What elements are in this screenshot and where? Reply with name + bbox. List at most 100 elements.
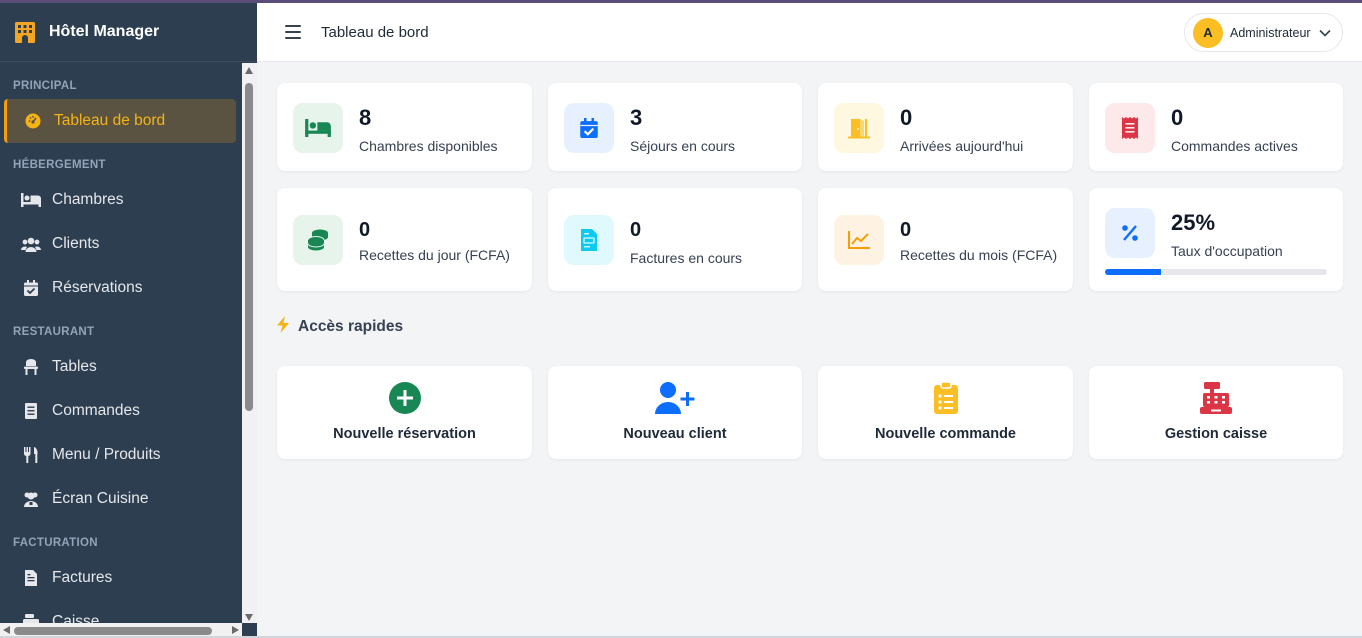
sidebar-item-menu-produits[interactable]: Menu / Produits <box>0 433 242 477</box>
scroll-down-arrow-icon[interactable] <box>245 614 253 621</box>
quick-access-title: Accès rapides <box>276 316 403 338</box>
stat-label: Chambres disponibles <box>359 138 498 154</box>
section-label-restaurant: RESTAURANT <box>13 326 95 338</box>
quick-new-reservation-button[interactable]: Nouvelle réservation <box>277 366 532 459</box>
stat-value: 0 <box>1171 105 1184 130</box>
stat-label: Recettes du mois (FCFA) <box>900 247 1058 263</box>
sidebar-item-ecran-cuisine[interactable]: Écran Cuisine <box>0 477 242 521</box>
stat-label: Recettes du jour (FCFA) <box>359 247 510 263</box>
stat-value: 3 <box>630 105 643 130</box>
receipt-icon <box>1105 103 1155 153</box>
sidebar-nav: PRINCIPAL Tableau de bord HÉBERGEMENT Ch… <box>0 63 242 623</box>
sidebar-item-label: Tables <box>52 358 97 375</box>
calendar-check-icon <box>564 103 614 153</box>
section-label-facturation: FACTURATION <box>13 537 98 549</box>
quick-new-order-button[interactable]: Nouvelle commande <box>818 366 1073 459</box>
stat-value: 25% <box>1171 210 1216 235</box>
bed-icon <box>20 191 42 209</box>
stat-label: Séjours en cours <box>630 138 736 154</box>
clipboard-list-icon <box>933 381 958 415</box>
stat-card-taux-occupation: 25% Taux d'occupation <box>1089 188 1343 291</box>
plus-circle-icon <box>388 381 421 415</box>
sidebar-item-label: Réservations <box>52 279 143 296</box>
chevron-down-icon <box>1319 24 1331 42</box>
percent-icon <box>1105 208 1155 258</box>
stat-card-sejours-en-cours: 3 Séjours en cours <box>548 83 802 171</box>
calendar-check-icon <box>20 279 42 297</box>
user-menu-button[interactable]: A Administrateur <box>1184 13 1343 52</box>
occupancy-progress-bar <box>1105 269 1327 275</box>
section-label-hebergement: HÉBERGEMENT <box>13 159 106 171</box>
user-name: Administrateur <box>1230 25 1311 40</box>
stat-label: Arrivées aujourd'hui <box>900 138 1024 154</box>
receipt-icon <box>20 402 42 420</box>
app-title: Hôtel Manager <box>49 23 160 40</box>
sidebar-item-label: Caisse <box>52 613 100 623</box>
chair-icon <box>20 358 42 376</box>
scroll-right-arrow-icon[interactable] <box>232 626 239 634</box>
sidebar-item-chambres[interactable]: Chambres <box>0 178 242 222</box>
quick-cash-management-button[interactable]: Gestion caisse <box>1089 366 1343 459</box>
stat-label: Commandes actives <box>1171 138 1298 154</box>
sidebar-item-label: Menu / Produits <box>52 446 161 463</box>
scrollbar-thumb[interactable] <box>245 83 253 411</box>
brand[interactable]: Hôtel Manager <box>0 3 257 62</box>
menu-toggle-icon[interactable] <box>285 25 301 39</box>
stat-label: Taux d'occupation <box>1171 243 1283 259</box>
bolt-icon <box>276 316 290 338</box>
users-icon <box>20 235 42 253</box>
sidebar-vertical-scrollbar[interactable] <box>242 63 257 623</box>
avatar: A <box>1193 17 1223 48</box>
stat-card-commandes-actives: 0 Commandes actives <box>1089 83 1343 171</box>
sidebar-item-factures[interactable]: Factures <box>0 556 242 600</box>
stat-value: 0 <box>630 219 642 241</box>
sidebar: Hôtel Manager PRINCIPAL Tableau de bord … <box>0 3 257 636</box>
scrollbar-thumb[interactable] <box>14 627 212 635</box>
file-invoice-icon <box>20 569 42 587</box>
stat-value: 0 <box>359 219 371 241</box>
sidebar-item-label: Chambres <box>52 191 124 208</box>
stat-card-chambres-disponibles: 8 Chambres disponibles <box>277 83 532 171</box>
quick-label: Nouveau client <box>623 426 727 442</box>
sidebar-item-tableau-de-bord[interactable]: Tableau de bord <box>4 99 236 143</box>
section-title-text: Accès rapides <box>298 318 404 335</box>
quick-new-client-button[interactable]: Nouveau client <box>548 366 802 459</box>
sidebar-item-label: Clients <box>52 235 100 252</box>
stat-card-recettes-du-mois: 0 Recettes du mois (FCFA) <box>818 188 1073 291</box>
progress-fill <box>1105 269 1161 275</box>
stat-value: 0 <box>900 219 912 241</box>
sidebar-item-reservations[interactable]: Réservations <box>0 266 242 310</box>
sidebar-item-commandes[interactable]: Commandes <box>0 389 242 433</box>
cash-register-icon <box>1200 381 1232 415</box>
stat-card-recettes-du-jour: 0 Recettes du jour (FCFA) <box>277 188 532 291</box>
door-open-icon <box>834 103 884 153</box>
sidebar-item-label: Écran Cuisine <box>52 490 149 507</box>
quick-label: Nouvelle commande <box>874 426 1016 442</box>
sidebar-item-clients[interactable]: Clients <box>0 222 242 266</box>
bed-icon <box>293 103 343 153</box>
sidebar-item-label: Factures <box>52 569 113 586</box>
quick-label: Gestion caisse <box>1164 426 1268 442</box>
stat-card-arrivees: 0 Arrivées aujourd'hui <box>818 83 1073 171</box>
page-title: Tableau de bord <box>321 23 429 41</box>
sidebar-item-label: Tableau de bord <box>54 112 166 129</box>
user-plus-icon <box>655 381 695 415</box>
file-invoice-icon <box>564 215 614 265</box>
quick-label: Nouvelle réservation <box>333 426 476 442</box>
hotel-icon <box>12 19 38 45</box>
chef-icon <box>20 490 42 508</box>
sidebar-horizontal-scrollbar[interactable] <box>0 623 242 636</box>
chart-line-icon <box>834 215 884 265</box>
sidebar-item-caisse[interactable]: Caisse <box>0 600 242 623</box>
stat-card-factures-en-cours: 0 Factures en cours <box>548 188 802 291</box>
scroll-up-arrow-icon[interactable] <box>245 67 253 74</box>
section-label-principal: PRINCIPAL <box>13 80 77 92</box>
coins-icon <box>293 215 343 265</box>
scroll-left-arrow-icon[interactable] <box>3 626 10 634</box>
gauge-icon <box>22 112 44 130</box>
utensils-icon <box>20 446 42 464</box>
top-header: Tableau de bord A Administrateur <box>257 3 1362 62</box>
cash-register-icon <box>20 613 42 623</box>
stat-label: Factures en cours <box>630 250 743 266</box>
sidebar-item-tables[interactable]: Tables <box>0 345 242 389</box>
